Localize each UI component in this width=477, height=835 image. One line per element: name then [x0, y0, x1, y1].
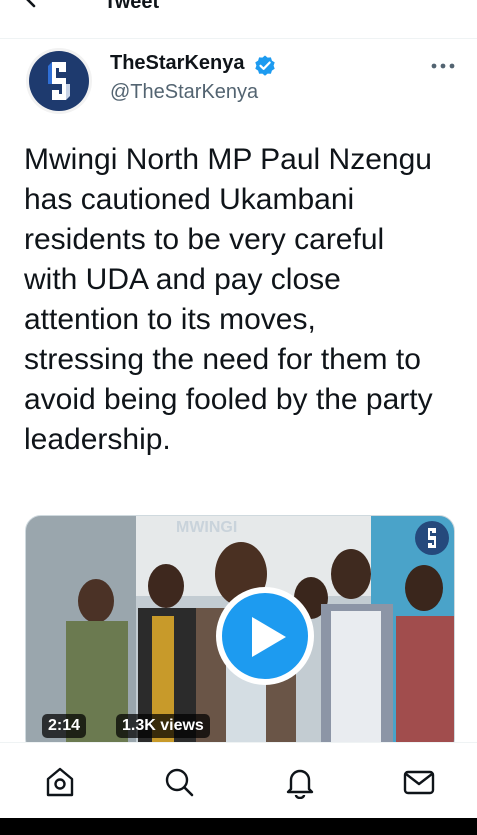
bottom-navigation	[0, 742, 477, 819]
view-count: 1.3K views	[116, 714, 210, 738]
avatar[interactable]	[26, 48, 92, 114]
verified-badge-icon	[255, 55, 275, 76]
top-bar: Tweet	[0, 0, 477, 39]
search-icon[interactable]	[162, 765, 196, 799]
play-button[interactable]	[216, 587, 314, 685]
home-icon[interactable]	[43, 765, 77, 799]
video-media[interactable]: MWINGI 2:14 1.3K views	[25, 515, 455, 755]
author-name[interactable]: TheStarKenya	[110, 52, 245, 75]
more-options-icon[interactable]	[430, 60, 456, 72]
back-arrow-icon[interactable]	[22, 0, 50, 10]
messages-mail-icon[interactable]	[402, 765, 436, 799]
notifications-bell-icon[interactable]	[283, 765, 317, 799]
tweet-text: Mwingi North MP Paul Nzengu has cautione…	[24, 143, 433, 456]
system-navigation-bar	[0, 818, 477, 835]
thestar-logo-icon	[29, 51, 89, 111]
play-icon	[252, 617, 286, 657]
wall-sign-text: MWINGI	[176, 519, 237, 536]
page-title: Tweet	[104, 0, 160, 13]
video-duration: 2:14	[42, 714, 87, 738]
author-handle[interactable]: @TheStarKenya	[110, 81, 258, 104]
star-watermark-icon	[415, 521, 449, 555]
